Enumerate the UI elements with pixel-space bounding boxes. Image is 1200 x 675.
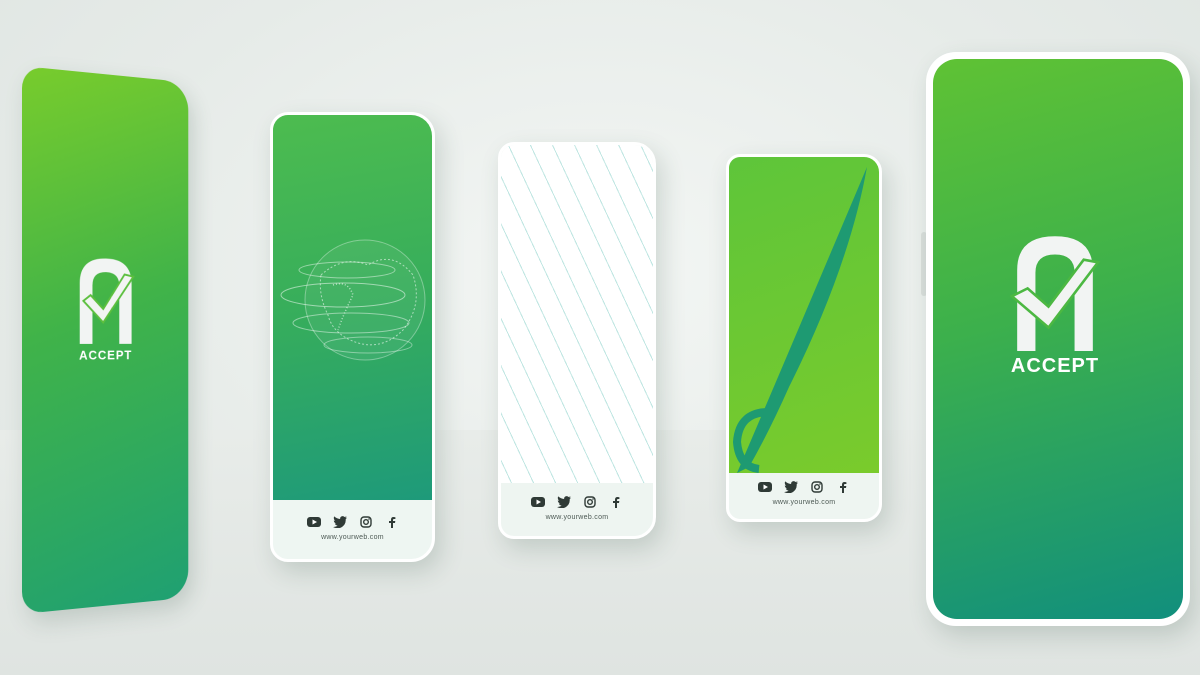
logo-screen: ACCEPT [933, 59, 1183, 619]
phone-mockup-globe: www.yourweb.com [270, 112, 435, 562]
social-links [531, 495, 623, 509]
swoosh-screen [729, 157, 879, 473]
accept-logo-mark [1009, 236, 1101, 351]
youtube-icon[interactable] [758, 480, 772, 494]
facebook-icon[interactable] [836, 480, 850, 494]
phone-footer: www.yourweb.com [273, 497, 432, 559]
checkmark-pattern-screen [501, 145, 653, 483]
twitter-icon[interactable] [332, 515, 347, 529]
accept-logo: ACCEPT [74, 254, 137, 363]
social-links [306, 515, 399, 529]
globe-icon [280, 239, 426, 361]
facebook-icon[interactable] [609, 495, 623, 509]
facebook-icon[interactable] [385, 515, 399, 529]
phone-mockup-swoosh: www.yourweb.com [726, 154, 882, 522]
phone-footer: www.yourweb.com [729, 467, 879, 519]
twitter-icon[interactable] [784, 480, 798, 494]
website-url[interactable]: www.yourweb.com [773, 499, 836, 506]
instagram-icon[interactable] [810, 480, 824, 494]
accept-logo: ACCEPT [1005, 231, 1105, 378]
logo-wordmark: ACCEPT [79, 347, 133, 363]
instagram-icon[interactable] [583, 495, 597, 509]
youtube-icon[interactable] [306, 515, 321, 529]
check-swoosh-icon [732, 167, 867, 473]
twitter-icon[interactable] [557, 495, 571, 509]
phone-footer: www.yourweb.com [501, 480, 653, 536]
instagram-icon[interactable] [359, 515, 373, 529]
youtube-icon[interactable] [531, 495, 545, 509]
accept-logo-mark [74, 257, 137, 344]
phone-mockup-logo-left: ACCEPT [22, 66, 189, 614]
website-url[interactable]: www.yourweb.com [546, 514, 609, 521]
social-links [758, 480, 850, 494]
globe-screen [273, 115, 432, 500]
phone-mockup-logo-right: ACCEPT [926, 52, 1190, 626]
logo-wordmark: ACCEPT [1010, 355, 1100, 377]
website-url[interactable]: www.yourweb.com [321, 534, 384, 541]
phone-mockup-pattern: www.yourweb.com [498, 142, 656, 539]
